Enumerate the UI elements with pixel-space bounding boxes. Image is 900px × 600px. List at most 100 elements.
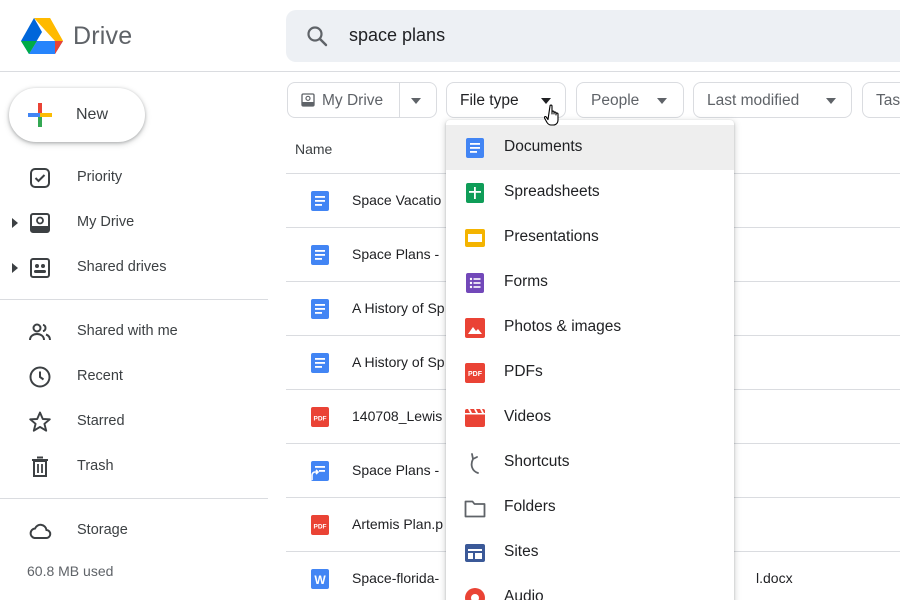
menu-item-documents[interactable]: Documents	[446, 125, 734, 170]
drive-logo-icon[interactable]	[20, 16, 64, 56]
sidebar-item-label: Recent	[77, 368, 123, 384]
sidebar-item-shared-with-me[interactable]: Shared with me	[0, 312, 268, 352]
google-docs-icon	[311, 353, 329, 373]
menu-item-label: Folders	[504, 498, 556, 515]
search-input[interactable]: space plans	[349, 25, 445, 46]
forms-icon	[466, 273, 484, 293]
chevron-down-icon	[826, 98, 836, 104]
sidebar-item-storage[interactable]: Storage	[0, 511, 268, 551]
plus-icon	[28, 103, 52, 127]
sidebar-item-label: Storage	[77, 522, 128, 538]
chevron-down-icon	[657, 98, 667, 104]
menu-item-label: Sites	[504, 543, 539, 560]
menu-item-label: Forms	[504, 273, 548, 290]
sidebar-item-priority[interactable]: Priority	[0, 158, 268, 198]
my-drive-icon	[30, 213, 50, 233]
hand-pointer-cursor-icon	[544, 104, 559, 126]
chevron-down-icon[interactable]	[411, 98, 421, 104]
pdf-icon: PDF	[311, 515, 329, 535]
filter-chip-label: People	[591, 92, 640, 109]
presentations-icon	[465, 229, 485, 247]
pdf-icon: PDF	[311, 407, 329, 427]
menu-item-label: Audio	[504, 588, 544, 600]
filter-chip-label: Last modified	[707, 92, 800, 109]
shortcut-icon	[470, 453, 479, 474]
file-name[interactable]: 140708_Lewis	[352, 408, 442, 424]
file-name-tail: l.docx	[756, 570, 793, 586]
clock-icon	[29, 366, 51, 388]
menu-item-spreadsheets[interactable]: Spreadsheets	[446, 170, 734, 215]
file-name[interactable]: A History of Sp	[352, 300, 445, 316]
sidebar-item-label: Shared with me	[77, 323, 178, 339]
file-name[interactable]: Space Vacatio	[352, 192, 441, 208]
menu-item-sites[interactable]: Sites	[446, 530, 734, 575]
menu-item-forms[interactable]: Forms	[446, 260, 734, 305]
filter-chip-location[interactable]: My Drive	[287, 82, 437, 118]
chip-divider	[399, 83, 400, 117]
search-icon[interactable]	[305, 24, 329, 48]
google-docs-icon	[311, 191, 329, 211]
menu-item-audio[interactable]: Audio	[446, 575, 734, 600]
top-header: Drive space plans	[0, 0, 900, 72]
pdf-icon: PDF	[465, 363, 485, 383]
videos-icon	[465, 409, 485, 427]
shared-drives-icon	[30, 258, 50, 278]
menu-item-label: Presentations	[504, 228, 599, 245]
menu-item-presentations[interactable]: Presentations	[446, 215, 734, 260]
filter-chip-people[interactable]: People	[576, 82, 684, 118]
filter-chip-last-modified[interactable]: Last modified	[693, 82, 852, 118]
my-drive-icon	[301, 93, 315, 107]
word-document-icon: W	[311, 569, 329, 589]
menu-item-label: Photos & images	[504, 318, 622, 335]
menu-item-label: Documents	[504, 138, 583, 155]
storage-used-text: 60.8 MB used	[27, 563, 114, 579]
file-name[interactable]: A History of Sp	[352, 354, 445, 370]
sidebar-item-label: My Drive	[77, 214, 135, 230]
svg-text:W: W	[314, 573, 326, 587]
menu-item-label: Videos	[504, 408, 552, 425]
filter-chip-label: My Drive	[322, 92, 384, 109]
menu-item-photos-images[interactable]: Photos & images	[446, 305, 734, 350]
svg-text:PDF: PDF	[468, 371, 483, 378]
menu-item-shortcuts[interactable]: Shortcuts	[446, 440, 734, 485]
filter-chip-label: Tas	[876, 92, 900, 109]
shared-with-me-icon	[29, 323, 51, 341]
sidebar: New Priority My Drive Shared drives Shar…	[0, 72, 268, 600]
new-button[interactable]: New	[9, 88, 145, 142]
menu-item-folders[interactable]: Folders	[446, 485, 734, 530]
expand-caret-icon[interactable]	[11, 262, 19, 274]
menu-item-videos[interactable]: Videos	[446, 395, 734, 440]
menu-item-pdfs[interactable]: PDF PDFs	[446, 350, 734, 395]
column-header-name[interactable]: Name	[295, 141, 332, 157]
spreadsheets-icon	[466, 183, 484, 203]
sidebar-item-label: Starred	[77, 413, 125, 429]
sidebar-item-label: Priority	[77, 169, 123, 185]
new-button-label: New	[76, 106, 109, 123]
sidebar-item-shared-drives[interactable]: Shared drives	[0, 248, 268, 288]
search-bar[interactable]: space plans	[286, 10, 900, 62]
file-name[interactable]: Artemis Plan.p	[352, 516, 443, 532]
sidebar-item-recent[interactable]: Recent	[0, 357, 268, 397]
sidebar-item-trash[interactable]: Trash	[0, 447, 268, 487]
documents-icon	[466, 138, 484, 158]
file-name[interactable]: Space Plans -	[352, 462, 439, 478]
sidebar-divider	[0, 299, 268, 300]
sidebar-item-label: Shared drives	[77, 259, 167, 275]
star-icon	[29, 411, 51, 432]
file-type-menu: Documents Spreadsheets Presentations For…	[446, 120, 734, 600]
filter-chip-tasks[interactable]: Tas	[862, 82, 900, 118]
app-logo-text[interactable]: Drive	[73, 22, 132, 51]
sidebar-divider	[0, 498, 268, 499]
filter-chip-label: File type	[460, 92, 519, 109]
audio-icon	[465, 588, 485, 600]
google-docs-icon	[311, 245, 329, 265]
sidebar-item-my-drive[interactable]: My Drive	[0, 203, 268, 243]
priority-icon	[30, 168, 50, 188]
svg-text:PDF: PDF	[314, 416, 327, 423]
file-name[interactable]: Space-florida-	[352, 570, 439, 586]
expand-caret-icon[interactable]	[11, 217, 19, 229]
trash-icon	[32, 456, 48, 477]
google-docs-icon	[311, 299, 329, 319]
sidebar-item-starred[interactable]: Starred	[0, 402, 268, 442]
file-name[interactable]: Space Plans -	[352, 246, 439, 262]
